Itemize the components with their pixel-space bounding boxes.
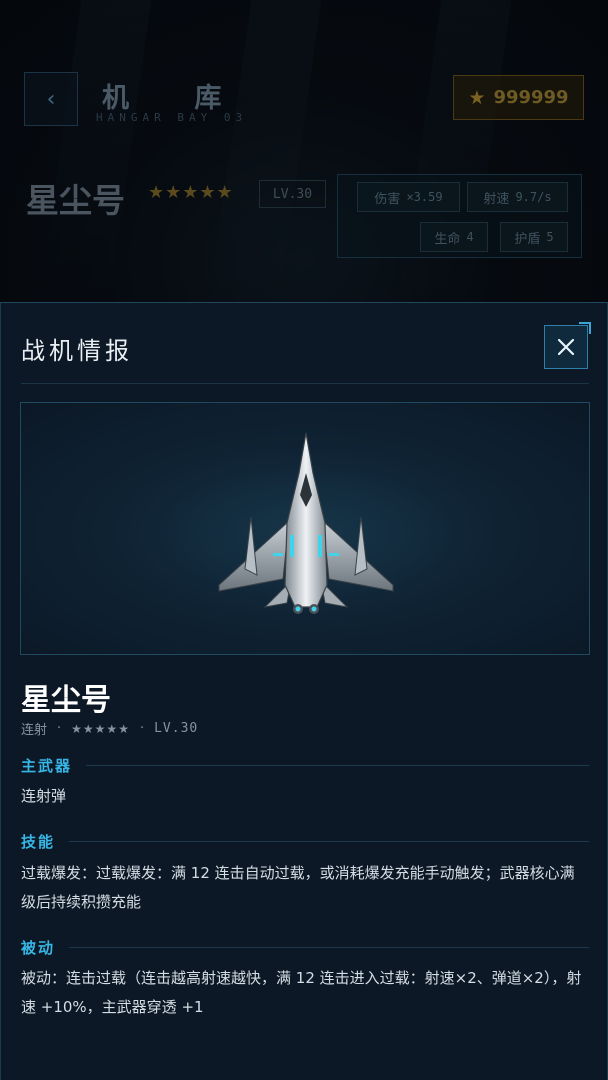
stat-value: ×3.59	[406, 190, 443, 204]
stat-fire-rate: 射速 9.7/s	[467, 182, 568, 212]
main-weapon-text: 连射弹	[21, 787, 67, 805]
section-divider	[86, 765, 589, 766]
hangar-ship-stars: ★★★★★	[148, 182, 234, 203]
section-skill: 技能	[21, 831, 589, 852]
section-label: 技能	[21, 833, 56, 851]
ship-stars: ★★★★★	[71, 721, 130, 736]
meta-separator: ·	[57, 721, 62, 736]
hangar-subtitle: HANGAR BAY 03	[96, 111, 248, 124]
stat-label: 护盾	[514, 231, 541, 247]
close-icon	[557, 338, 575, 356]
currency-value: 999999	[493, 87, 569, 108]
hangar-ship-level: LV.30	[259, 180, 326, 208]
stat-label: 生命	[434, 231, 461, 247]
stat-health: 生命 4	[420, 222, 488, 252]
currency-display: ★ 999999	[453, 75, 584, 120]
close-button[interactable]	[544, 322, 591, 369]
star-icon: ★	[468, 86, 486, 109]
ship-level: LV.30	[154, 721, 199, 736]
meta-separator: ·	[139, 721, 145, 736]
stat-damage: 伤害 ×3.59	[357, 182, 460, 212]
ship-type: 连射	[21, 723, 48, 738]
ship-preview	[20, 402, 590, 655]
hangar-background	[0, 0, 608, 304]
stat-value: 5	[546, 230, 554, 244]
hangar-title: 机 库	[102, 83, 250, 114]
section-main-weapon: 主武器	[21, 755, 589, 776]
passive-text: 被动：连击过载（连击越高射速越快，满 12 连击进入过载：射速×2、弹道×2），…	[21, 969, 582, 1016]
fighter-info-modal: 战机情报 星尘号 连射 · ★★★★★ · LV.30 主武器 连射弹 技能 过…	[0, 302, 608, 1080]
section-label: 被动	[21, 939, 56, 957]
hangar-ship-name: 星尘号	[26, 181, 125, 220]
modal-title: 战机情报	[21, 337, 133, 365]
stat-value: 4	[466, 230, 474, 244]
stat-shield: 护盾 5	[500, 222, 568, 252]
section-passive: 被动	[21, 937, 589, 958]
skill-text: 过载爆发：过载爆发：满 12 连击自动过载，或消耗爆发充能手动触发；武器核心满级…	[21, 864, 575, 911]
section-label: 主武器	[21, 757, 73, 775]
section-divider	[69, 841, 589, 842]
stat-value: 9.7/s	[515, 190, 552, 204]
header-divider	[21, 383, 589, 384]
ship-meta: 连射 · ★★★★★ · LV.30	[21, 719, 198, 738]
fighter-jet-icon	[218, 432, 394, 614]
ship-name: 星尘号	[21, 683, 111, 718]
back-button[interactable]: ‹	[24, 72, 78, 126]
stat-label: 伤害	[374, 191, 401, 207]
section-divider	[69, 947, 589, 948]
stat-label: 射速	[483, 191, 510, 207]
chevron-left-icon: ‹	[46, 86, 56, 112]
